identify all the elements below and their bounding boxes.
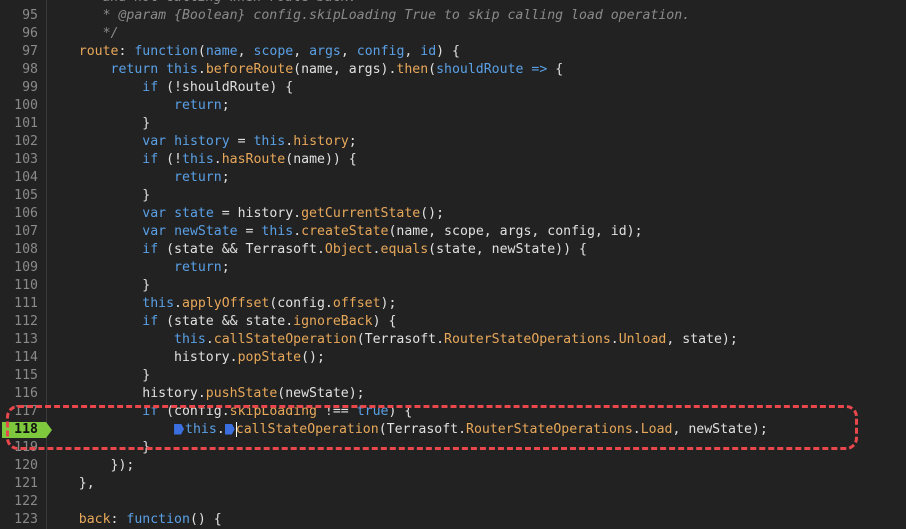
line-number[interactable]: 102 [0, 133, 38, 151]
code-line[interactable]: return; [47, 169, 230, 187]
line-number[interactable]: 116 [0, 385, 38, 403]
code-line[interactable]: * @param {Boolean} config.skipLoading Tr… [47, 7, 691, 25]
code-line[interactable]: if (state && state.ignoreBack) { [47, 313, 396, 331]
line-number[interactable]: 111 [0, 295, 38, 313]
code-line[interactable]: } [47, 115, 150, 133]
line-number[interactable]: 108 [0, 241, 38, 259]
line-number[interactable]: 98 [0, 61, 38, 79]
line-number[interactable]: 109 [0, 259, 38, 277]
code-line[interactable]: }, [47, 475, 95, 493]
code-line[interactable]: } [47, 187, 150, 205]
line-number[interactable]: 115 [0, 367, 38, 385]
line-number[interactable]: 97 [0, 43, 38, 61]
line-number[interactable]: 100 [0, 97, 38, 115]
code-line[interactable]: history.pushState(newState); [47, 385, 364, 403]
code-line[interactable]: } [47, 367, 150, 385]
code-line[interactable]: var history = this.history; [47, 133, 356, 151]
line-number[interactable]: 121 [0, 475, 38, 493]
code-line[interactable]: }); [47, 457, 135, 475]
line-number[interactable]: 96 [0, 25, 38, 43]
line-number[interactable]: 99 [0, 79, 38, 97]
code-line[interactable]: return this.beforeRoute(name, args).then… [47, 61, 564, 79]
code-line[interactable]: history.popState(); [47, 349, 325, 367]
code-line[interactable]: return; [47, 259, 230, 277]
code-line[interactable]: if (!shouldRoute) { [47, 79, 293, 97]
line-number[interactable]: 101 [0, 115, 38, 133]
code-line[interactable]: route: function(name, scope, args, confi… [47, 43, 460, 61]
line-number[interactable]: 113 [0, 331, 38, 349]
line-number[interactable]: 114 [0, 349, 38, 367]
line-number[interactable]: 112 [0, 313, 38, 331]
code-line[interactable]: back: function() { [47, 511, 222, 529]
code-line-partial: and not calling when route back. [47, 0, 357, 7]
code-line[interactable]: return; [47, 97, 230, 115]
code-line[interactable]: if (!this.hasRoute(name)) { [47, 151, 356, 169]
code-line[interactable]: } [47, 277, 150, 295]
line-number[interactable]: 95 [0, 7, 38, 25]
code-line[interactable]: */ [47, 25, 119, 43]
code-line[interactable]: if (state && Terrasoft.Object.equals(sta… [47, 241, 587, 259]
highlight-annotation [6, 405, 858, 450]
line-number[interactable]: 103 [0, 151, 38, 169]
code-line[interactable]: var newState = this.createState(name, sc… [47, 223, 642, 241]
code-line[interactable]: this.callStateOperation(Terrasoft.Router… [47, 331, 738, 349]
line-number[interactable]: 110 [0, 277, 38, 295]
line-number[interactable]: 120 [0, 457, 38, 475]
line-number[interactable]: 122 [0, 493, 38, 511]
line-number[interactable]: 123 [0, 511, 38, 529]
line-number[interactable]: 105 [0, 187, 38, 205]
line-number[interactable]: 104 [0, 169, 38, 187]
line-number[interactable]: 107 [0, 223, 38, 241]
code-line[interactable]: this.applyOffset(config.offset); [47, 295, 396, 313]
code-line[interactable]: var state = history.getCurrentState(); [47, 205, 444, 223]
line-number[interactable]: 106 [0, 205, 38, 223]
